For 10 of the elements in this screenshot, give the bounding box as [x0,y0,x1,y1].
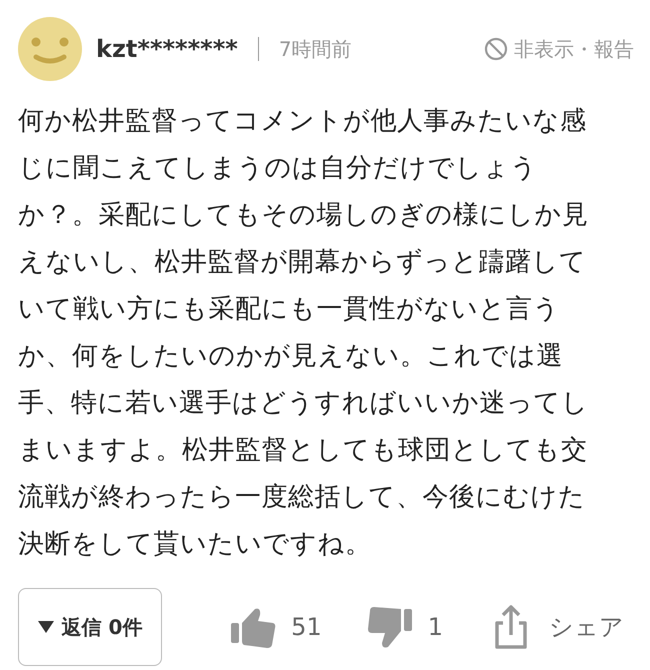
dislike-count: 1 [428,613,443,641]
prohibited-icon[interactable] [484,37,508,61]
triangle-down-icon [38,621,54,633]
username: kzt******** [96,35,238,63]
like-count: 51 [291,613,322,641]
replies-button[interactable]: 返信 0件 [18,588,162,666]
comment-text: 何か松井監督ってコメントが他人事みたいな感じに聞こえてしまうのは自分だけでしょうか？。采配にしてもその場しのぎの様にしか見えないし、松井監督が開幕からずっと躊躇していて戦い方にも采配にも一貫性がないと言うか、何をしたいのかが見えない。これでは選手、特に若い選手はどうすればいいか迷ってしまいますよ。松井監督としても球団としても交流戦が終わったら一度総括して、今後にむけた決断をして貰いたいですね。 [18,105,590,561]
share-button[interactable]: シェア [549,611,624,643]
smiley-avatar-icon [18,17,82,81]
timestamp: 7時間前 [278,36,352,62]
